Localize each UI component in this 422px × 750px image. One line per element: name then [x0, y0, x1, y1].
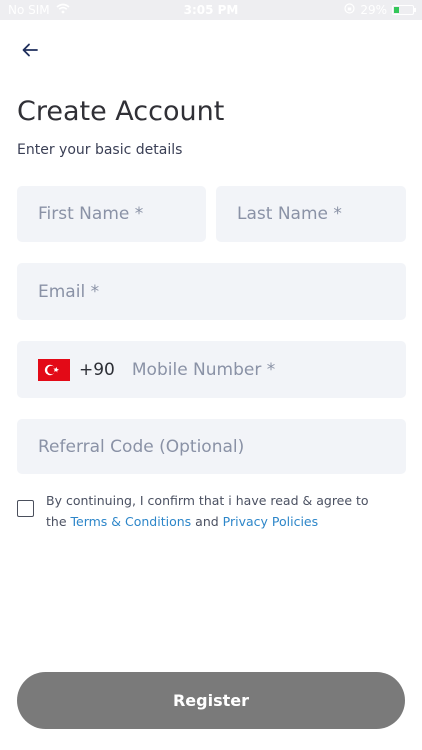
register-button[interactable]: Register	[17, 672, 405, 729]
battery-icon	[392, 5, 416, 15]
last-name-placeholder: Last Name *	[237, 204, 342, 224]
email-placeholder: Email *	[38, 281, 100, 302]
referral-placeholder: Referral Code (Optional)	[38, 436, 245, 457]
back-button[interactable]	[16, 36, 44, 64]
page-subtitle: Enter your basic details	[17, 142, 183, 158]
last-name-field[interactable]: Last Name *	[216, 186, 406, 242]
create-account-screen: No SIM 3:05 PM 29% Create Account Enter …	[0, 0, 422, 750]
battery-percent: 29%	[360, 3, 387, 17]
rotation-lock-icon	[344, 3, 355, 17]
consent-text-the: the	[46, 514, 67, 529]
privacy-link[interactable]: Privacy Policies	[223, 514, 318, 529]
consent-text-and: and	[195, 514, 219, 529]
email-field[interactable]: Email *	[17, 263, 406, 320]
arrow-left-icon	[22, 43, 38, 57]
consent-text-line1: By continuing, I confirm that i have rea…	[46, 493, 369, 508]
mobile-placeholder: Mobile Number *	[131, 359, 276, 380]
turkey-flag-icon[interactable]	[38, 358, 70, 381]
page-title: Create Account	[17, 96, 225, 127]
first-name-field[interactable]: First Name *	[17, 186, 206, 242]
status-bar: No SIM 3:05 PM 29%	[0, 0, 422, 20]
status-right: 29%	[344, 3, 416, 17]
referral-code-field[interactable]: Referral Code (Optional)	[17, 419, 406, 474]
country-code[interactable]: +90	[79, 360, 115, 380]
first-name-placeholder: First Name *	[38, 204, 144, 224]
terms-link[interactable]: Terms & Conditions	[71, 514, 192, 529]
consent-text: By continuing, I confirm that i have rea…	[46, 490, 386, 532]
consent-checkbox[interactable]	[17, 500, 34, 517]
mobile-number-field[interactable]: +90 Mobile Number *	[17, 341, 406, 398]
